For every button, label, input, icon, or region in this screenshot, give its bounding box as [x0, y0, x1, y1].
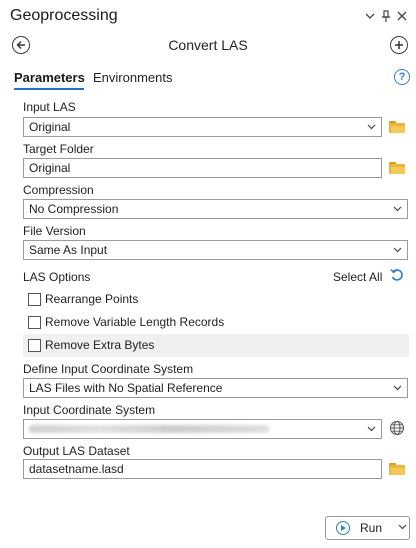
globe-icon[interactable]: [389, 420, 405, 436]
tab-parameters[interactable]: Parameters: [14, 70, 85, 85]
chevron-down-icon: [393, 241, 402, 259]
pane-title: Geoprocessing: [10, 7, 118, 24]
las-option-label: Remove Extra Bytes: [45, 338, 155, 352]
run-button[interactable]: Run: [325, 516, 410, 540]
input-las-value: Original: [29, 120, 71, 134]
tab-environments[interactable]: Environments: [93, 70, 172, 85]
add-icon: [395, 41, 403, 49]
pane-title-bar: Geoprocessing: [0, 0, 416, 32]
input-coord-system-label: Input Coordinate System: [23, 403, 156, 417]
input-las-label: Input LAS: [23, 100, 76, 114]
add-button[interactable]: [390, 36, 408, 54]
folder-icon[interactable]: [389, 463, 405, 475]
chevron-down-icon[interactable]: [364, 9, 376, 23]
chevron-down-icon: [367, 420, 376, 438]
pin-icon[interactable]: [380, 9, 392, 23]
output-dataset-value: datasetname.lasd: [29, 462, 124, 476]
las-option-row[interactable]: Remove Variable Length Records: [23, 311, 409, 334]
define-coord-system-dropdown[interactable]: LAS Files with No Spatial Reference: [23, 378, 408, 398]
chevron-down-icon: [393, 200, 402, 218]
las-option-label: Remove Variable Length Records: [45, 315, 225, 329]
define-coord-system-label: Define Input Coordinate System: [23, 362, 194, 376]
file-version-value: Same As Input: [29, 243, 108, 257]
run-icon: [336, 521, 350, 535]
file-version-label: File Version: [23, 224, 86, 238]
redacted-text: [29, 425, 269, 433]
input-las-dropdown[interactable]: Original: [23, 117, 382, 137]
target-folder-input[interactable]: Original: [23, 158, 382, 178]
folder-icon[interactable]: [389, 121, 405, 133]
folder-icon[interactable]: [389, 162, 405, 174]
output-dataset-label: Output LAS Dataset: [23, 444, 130, 458]
reset-icon[interactable]: [389, 267, 405, 283]
compression-value: No Compression: [29, 202, 119, 216]
las-option-row[interactable]: Remove Extra Bytes: [23, 334, 409, 357]
help-icon[interactable]: ?: [394, 69, 410, 85]
file-version-dropdown[interactable]: Same As Input: [23, 240, 408, 260]
remove-extra-bytes-checkbox[interactable]: [28, 339, 41, 352]
close-icon[interactable]: [396, 9, 408, 23]
chevron-down-icon: [393, 379, 402, 397]
active-tab-indicator: [14, 88, 84, 90]
las-option-row[interactable]: Rearrange Points: [23, 288, 409, 311]
remove-vlr-checkbox[interactable]: [28, 316, 41, 329]
chevron-down-icon[interactable]: [398, 522, 407, 533]
rearrange-points-checkbox[interactable]: [28, 293, 41, 306]
define-coord-system-value: LAS Files with No Spatial Reference: [29, 381, 223, 395]
chevron-down-icon: [367, 118, 376, 136]
geoprocessing-pane: Geoprocessing Convert LAS Parameters Env…: [0, 0, 416, 548]
run-label: Run: [360, 521, 383, 535]
las-option-label: Rearrange Points: [45, 292, 139, 306]
compression-dropdown[interactable]: No Compression: [23, 199, 408, 219]
tool-title: Convert LAS: [168, 37, 248, 53]
compression-label: Compression: [23, 183, 94, 197]
target-folder-label: Target Folder: [23, 142, 94, 156]
target-folder-value: Original: [29, 161, 71, 175]
las-options-label: LAS Options: [23, 270, 91, 284]
output-dataset-input[interactable]: datasetname.lasd: [23, 459, 382, 479]
input-coord-system-dropdown[interactable]: [23, 419, 382, 439]
select-all-link[interactable]: Select All: [333, 270, 382, 284]
